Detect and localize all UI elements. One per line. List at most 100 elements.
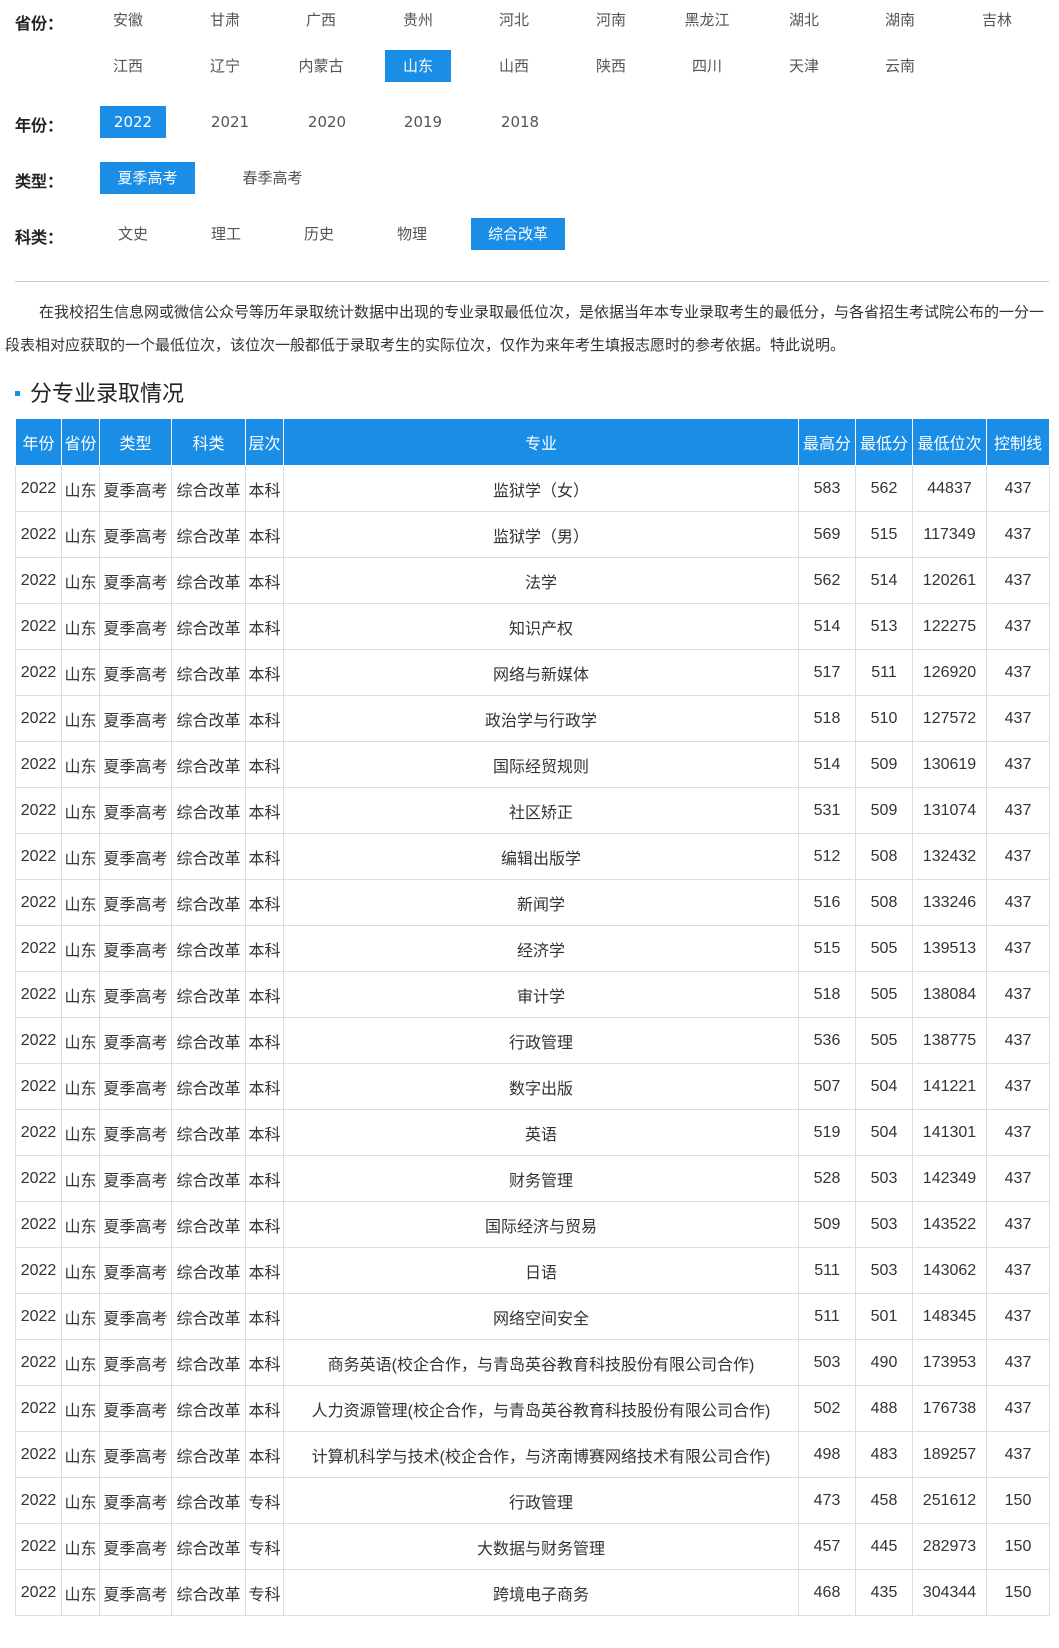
year-filter-label: 年份： (15, 116, 64, 135)
table-cell: 综合改革 (171, 1201, 246, 1248)
table-cell: 2022 (15, 1201, 62, 1248)
table-row: 2022 山东 夏季高考 综合改革 本科 国际经济与贸易 509 503 143522 437 (15, 1201, 1050, 1248)
table-cell: 综合改革 (171, 1109, 246, 1156)
province-option[interactable]: 天津 (771, 50, 837, 82)
table-cell: 综合改革 (171, 557, 246, 604)
table-cell: 127572 (912, 695, 987, 742)
table-cell: 117349 (912, 511, 987, 558)
table-cell: 本科 (245, 1017, 284, 1064)
table-cell: 435 (855, 1569, 913, 1616)
table-cell: 2022 (15, 833, 62, 880)
province-option[interactable]: 云南 (867, 50, 933, 82)
province-option[interactable]: 陕西 (578, 50, 644, 82)
table-cell: 141301 (912, 1109, 987, 1156)
province-option[interactable]: 湖南 (867, 4, 933, 36)
undefined-option[interactable]: 2020 (294, 106, 360, 138)
table-cell: 本科 (245, 787, 284, 834)
table-cell: 夏季高考 (99, 1431, 172, 1478)
table-cell: 437 (986, 971, 1050, 1018)
table-row: 2022 山东 夏季高考 综合改革 本科 财务管理 528 503 142349 437 (15, 1155, 1050, 1202)
table-cell: 508 (855, 833, 913, 880)
table-cell: 监狱学（女） (283, 465, 799, 512)
table-row: 2022 山东 夏季高考 综合改革 本科 网络与新媒体 517 511 126920 437 (15, 649, 1050, 696)
table-cell: 夏季高考 (99, 695, 172, 742)
table-cell: 山东 (61, 1017, 100, 1064)
table-cell: 社区矫正 (283, 787, 799, 834)
undefined-option[interactable]: 夏季高考 (100, 162, 195, 194)
province-option[interactable]: 甘肃 (192, 4, 258, 36)
province-option[interactable]: 山东 (385, 50, 451, 82)
table-cell: 山东 (61, 1109, 100, 1156)
table-cell: 本科 (245, 741, 284, 788)
table-cell: 山东 (61, 971, 100, 1018)
undefined-option[interactable]: 历史 (286, 218, 352, 250)
table-cell: 44837 (912, 465, 987, 512)
table-cell: 150 (986, 1477, 1050, 1524)
province-option[interactable]: 湖北 (771, 4, 837, 36)
column-header: 最高分 (798, 418, 856, 466)
table-cell: 夏季高考 (99, 603, 172, 650)
table-cell: 189257 (912, 1431, 987, 1478)
table-cell: 本科 (245, 833, 284, 880)
table-cell: 507 (798, 1063, 856, 1110)
column-header: 控制线 (986, 418, 1050, 466)
province-option[interactable]: 安徽 (95, 4, 161, 36)
table-cell: 508 (855, 879, 913, 926)
table-cell: 综合改革 (171, 1339, 246, 1386)
undefined-option[interactable]: 2018 (487, 106, 553, 138)
table-cell: 夏季高考 (99, 1155, 172, 1202)
table-cell: 498 (798, 1431, 856, 1478)
column-header: 科类 (171, 418, 246, 466)
table-cell: 488 (855, 1385, 913, 1432)
table-cell: 综合改革 (171, 1293, 246, 1340)
table-cell: 夏季高考 (99, 1385, 172, 1432)
table-cell: 综合改革 (171, 649, 246, 696)
table-cell: 本科 (245, 511, 284, 558)
table-cell: 511 (798, 1247, 856, 1294)
province-option[interactable]: 江西 (95, 50, 161, 82)
table-cell: 2022 (15, 925, 62, 972)
province-option[interactable]: 内蒙古 (288, 50, 354, 82)
province-option[interactable]: 河南 (578, 4, 644, 36)
undefined-option[interactable]: 春季高考 (225, 162, 320, 194)
undefined-option[interactable]: 物理 (379, 218, 445, 250)
table-cell: 山东 (61, 1063, 100, 1110)
undefined-option[interactable]: 综合改革 (471, 218, 565, 250)
table-cell: 468 (798, 1569, 856, 1616)
table-cell: 437 (986, 833, 1050, 880)
table-cell: 大数据与财务管理 (283, 1523, 799, 1570)
undefined-option[interactable]: 2022 (100, 106, 166, 138)
province-option[interactable]: 广西 (288, 4, 354, 36)
table-cell: 山东 (61, 741, 100, 788)
province-option[interactable]: 吉林 (964, 4, 1030, 36)
province-option[interactable]: 山西 (481, 50, 547, 82)
undefined-option[interactable]: 2019 (390, 106, 456, 138)
province-option[interactable]: 四川 (674, 50, 740, 82)
table-row: 2022 山东 夏季高考 综合改革 本科 知识产权 514 513 122275 437 (15, 603, 1050, 650)
table-cell: 131074 (912, 787, 987, 834)
table-cell: 2022 (15, 787, 62, 834)
table-cell: 458 (855, 1477, 913, 1524)
undefined-option[interactable]: 文史 (100, 218, 166, 250)
undefined-option[interactable]: 理工 (193, 218, 259, 250)
table-cell: 126920 (912, 649, 987, 696)
province-option[interactable]: 贵州 (385, 4, 451, 36)
province-option[interactable]: 辽宁 (192, 50, 258, 82)
table-cell: 夏季高考 (99, 787, 172, 834)
undefined-option[interactable]: 2021 (197, 106, 263, 138)
table-cell: 2022 (15, 879, 62, 926)
table-cell: 509 (855, 787, 913, 834)
table-cell: 本科 (245, 879, 284, 926)
table-cell: 夏季高考 (99, 879, 172, 926)
table-cell: 夏季高考 (99, 465, 172, 512)
table-cell: 夏季高考 (99, 1339, 172, 1386)
province-option[interactable]: 黑龙江 (674, 4, 740, 36)
divider (15, 281, 1049, 282)
table-cell: 2022 (15, 1523, 62, 1570)
table-cell: 437 (986, 1339, 1050, 1386)
table-row: 2022 山东 夏季高考 综合改革 本科 新闻学 516 508 133246 437 (15, 879, 1050, 926)
table-cell: 514 (855, 557, 913, 604)
table-cell: 审计学 (283, 971, 799, 1018)
table-cell: 2022 (15, 1109, 62, 1156)
province-option[interactable]: 河北 (481, 4, 547, 36)
